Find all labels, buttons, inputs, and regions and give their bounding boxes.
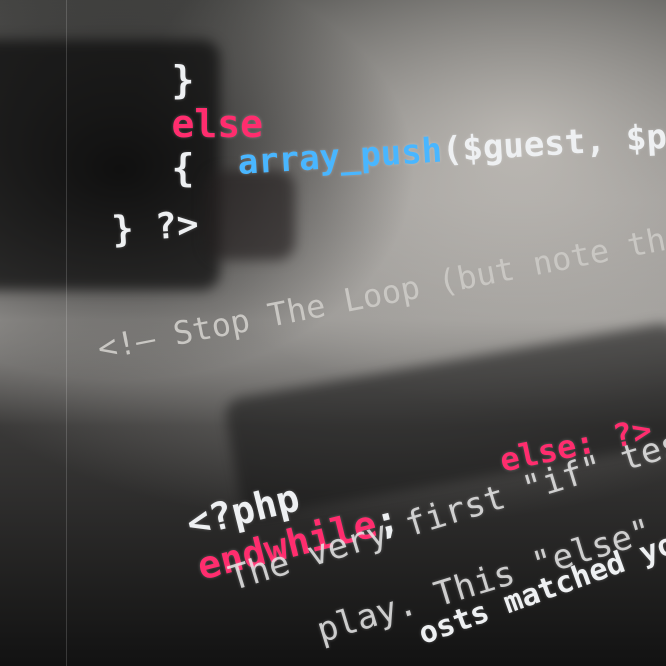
code-editor-screen: } else { array_push($guest, $post); } ?>…	[0, 0, 666, 666]
code-line-3: } ?>	[110, 204, 200, 251]
code-token-args: ($guest, $post);	[440, 110, 666, 171]
code-token-function: array_push	[236, 130, 444, 183]
code-token-brace: }	[171, 58, 195, 102]
editor-gutter-line	[66, 0, 67, 666]
